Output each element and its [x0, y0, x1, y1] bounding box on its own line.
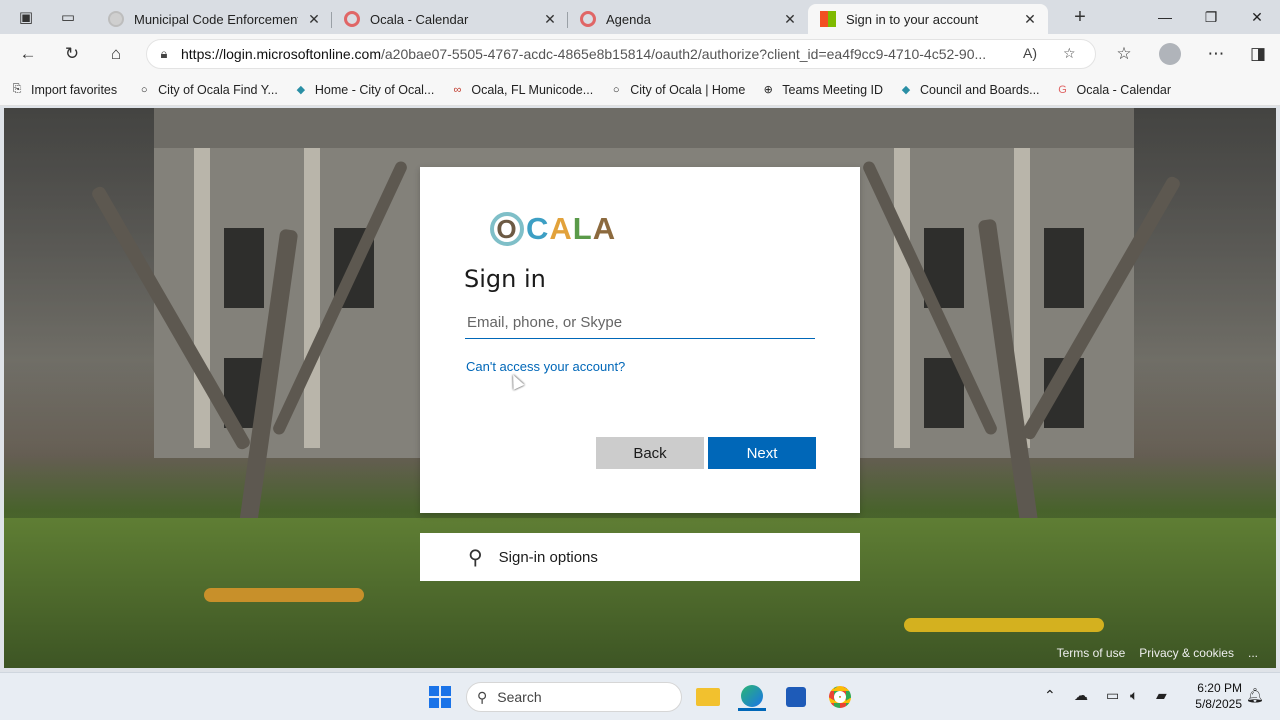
footer-links: Terms of use Privacy & cookies ... — [1057, 646, 1258, 660]
diamond-icon: ◆ — [296, 84, 306, 96]
profile-avatar-icon[interactable] — [1156, 40, 1184, 68]
workspaces-icon[interactable]: ▣ — [12, 3, 40, 31]
chrome-icon[interactable] — [826, 683, 854, 711]
close-tab-icon[interactable]: ✕ — [782, 11, 798, 28]
favorite-city-of-ocala-find[interactable]: ○ City of Ocala Find Y... — [137, 83, 278, 97]
google-icon — [580, 11, 596, 27]
read-aloud-icon[interactable]: A) — [1023, 45, 1037, 61]
url-host: https://login.microsoftonline.com — [181, 46, 381, 62]
restore-icon[interactable]: ❐ — [1188, 0, 1234, 34]
minimize-icon[interactable]: — — [1142, 0, 1188, 34]
close-tab-icon[interactable]: ✕ — [306, 11, 322, 28]
favorite-municode[interactable]: ∞ Ocala, FL Municode... — [450, 83, 593, 97]
onedrive-icon[interactable]: ☁ — [1074, 687, 1088, 704]
tab-title: Agenda — [606, 11, 651, 27]
favorites-icon[interactable]: ☆ — [1110, 40, 1138, 68]
back-button[interactable]: Back — [596, 437, 704, 469]
favorite-import[interactable]: ⎘ Import favorites — [10, 82, 118, 97]
volume-icon[interactable]: 🔈︎ — [1130, 687, 1138, 704]
close-window-icon[interactable]: ✕ — [1234, 0, 1280, 34]
file-explorer-icon[interactable] — [694, 683, 722, 711]
globe-circle-icon: ○ — [140, 83, 148, 96]
favorite-council-boards[interactable]: ◆ Council and Boards... — [899, 83, 1040, 97]
clock-date: 5/8/2025 — [1195, 697, 1242, 711]
footer-more-link[interactable]: ... — [1248, 646, 1258, 660]
tab-strip: ▣ ▭ Municipal Code Enforcement Boa ✕ Oca… — [0, 0, 1280, 34]
favorites-bar: ⎘ Import favorites ○ City of Ocala Find … — [0, 74, 1280, 106]
favorite-label: Home - City of Ocal... — [314, 82, 435, 97]
key-icon: ⚲ — [468, 546, 483, 569]
store-icon[interactable] — [782, 683, 810, 711]
close-tab-icon[interactable]: ✕ — [542, 11, 558, 28]
terms-of-use-link[interactable]: Terms of use — [1057, 646, 1126, 660]
tab-actions-icon[interactable]: ▭ — [54, 3, 82, 31]
search-label: Search — [497, 689, 542, 705]
tab-title: Municipal Code Enforcement Boa — [134, 11, 298, 27]
clock-time: 6:20 PM — [1197, 681, 1242, 695]
back-arrow-icon[interactable]: ← — [14, 40, 42, 68]
edge-icon[interactable] — [738, 683, 766, 711]
home-icon[interactable]: ⌂ — [102, 40, 130, 68]
notifications-icon[interactable]: 🔔︎ — [1246, 687, 1264, 704]
favorite-label: Ocala - Calendar — [1076, 82, 1172, 97]
sign-in-options-button[interactable]: ⚲ Sign-in options — [420, 533, 860, 581]
sign-in-options-label: Sign-in options — [498, 548, 598, 566]
chevron-up-icon[interactable]: ⌃ — [1044, 687, 1056, 704]
diamond-icon: ◆ — [901, 84, 911, 96]
tab-title: Ocala - Calendar — [370, 11, 469, 27]
email-field[interactable] — [465, 307, 815, 339]
google-icon: G — [1058, 83, 1067, 96]
tab-ocala-calendar[interactable]: Ocala - Calendar ✕ — [332, 4, 568, 34]
taskbar: ⚲ Search ⌃ ☁ ▭ 🔈︎ ▰ 6:20 PM 5/8/2025 🔔︎ — [0, 672, 1280, 720]
tab-favicon-icon — [108, 11, 124, 27]
favorite-label: Import favorites — [31, 82, 118, 97]
next-button[interactable]: Next — [708, 437, 816, 469]
refresh-icon[interactable]: ↻ — [58, 40, 86, 68]
lock-icon[interactable]: 🔒︎ — [147, 46, 181, 62]
privacy-cookies-link[interactable]: Privacy & cookies — [1139, 646, 1234, 660]
taskbar-search[interactable]: ⚲ Search — [466, 682, 682, 712]
microsoft-icon — [820, 11, 836, 27]
favorite-label: Ocala, FL Municode... — [471, 82, 594, 97]
ocala-logo: O CALA — [490, 211, 616, 247]
favorite-label: City of Ocala Find Y... — [158, 82, 278, 97]
windows-start-icon[interactable] — [426, 683, 454, 711]
close-tab-icon[interactable]: ✕ — [1022, 11, 1038, 28]
municode-icon: ∞ — [453, 83, 462, 96]
address-url[interactable]: https://login.microsoftonline.com/a20bae… — [181, 46, 1006, 62]
favorite-label: City of Ocala | Home — [630, 82, 746, 97]
favorite-label: Teams Meeting ID — [782, 82, 884, 97]
search-icon: ⚲ — [477, 688, 488, 705]
page-title: Sign in — [464, 265, 546, 293]
more-menu-icon[interactable]: ⋯ — [1202, 40, 1230, 68]
google-icon — [344, 11, 360, 27]
battery-icon[interactable]: ▰ — [1156, 687, 1167, 704]
tab-municipal-code[interactable]: Municipal Code Enforcement Boa ✕ — [96, 4, 332, 34]
browser-toolbar: ← ↻ ⌂ 🔒︎ https://login.microsoftonline.c… — [0, 34, 1280, 74]
favorite-home-city-of-ocala[interactable]: ◆ Home - City of Ocal... — [294, 82, 435, 97]
favorite-city-of-ocala-home[interactable]: ○ City of Ocala | Home — [609, 83, 745, 97]
sidebar-icon[interactable]: ◨ — [1244, 40, 1272, 68]
sign-in-card: O CALA Sign in Can't access your account… — [420, 167, 860, 513]
cant-access-account-link[interactable]: Can't access your account? — [466, 359, 625, 374]
tab-agenda[interactable]: Agenda ✕ — [568, 4, 808, 34]
clock[interactable]: 6:20 PM 5/8/2025 — [1186, 680, 1242, 712]
globe-circle-icon: ○ — [612, 83, 620, 96]
sign-in-page: O CALA Sign in Can't access your account… — [4, 108, 1276, 668]
address-bar[interactable]: 🔒︎ https://login.microsoftonline.com/a20… — [146, 39, 1096, 69]
url-path: /a20bae07-5505-4767-acdc-4865e8b15814/oa… — [380, 46, 987, 62]
logo-o: O — [490, 212, 524, 246]
globe-icon: ⊕ — [763, 84, 773, 96]
logo-text: CALA — [526, 211, 617, 246]
favorite-teams-meeting[interactable]: ⊕ Teams Meeting ID — [761, 83, 883, 97]
import-icon: ⎘ — [12, 83, 22, 95]
new-tab-button[interactable]: + — [1066, 6, 1094, 29]
favorite-label: Council and Boards... — [920, 82, 1040, 97]
network-icon[interactable]: ▭ — [1106, 687, 1119, 704]
favorite-star-icon[interactable]: ☆ — [1063, 45, 1076, 62]
tab-sign-in[interactable]: Sign in to your account ✕ — [808, 4, 1048, 34]
tab-title: Sign in to your account — [846, 11, 979, 27]
favorite-ocala-calendar[interactable]: G Ocala - Calendar — [1056, 82, 1172, 97]
